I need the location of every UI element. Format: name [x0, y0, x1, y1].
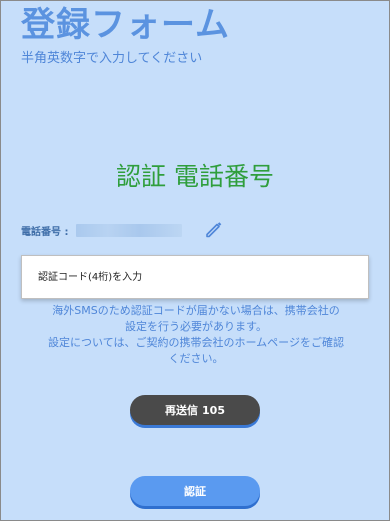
- notice-line: 設定を行う必要があります。: [125, 320, 267, 333]
- notice-line: 設定については、ご契約の携帯会社のホームページをご確認: [48, 336, 344, 349]
- phone-number-row: 電話番号 :: [21, 223, 183, 238]
- verify-button[interactable]: 認証: [130, 476, 260, 506]
- phone-number-value-blurred: [76, 224, 183, 237]
- notice-line: 海外SMSのため認証コードが届かない場合は、携帯会社の: [52, 304, 340, 317]
- resend-button-label: 再送信: [165, 404, 199, 417]
- registration-form-panel: 登録フォーム 半角英数字で入力してください 認証 電話番号 電話番号 : 海外S…: [0, 0, 390, 521]
- resend-button[interactable]: 再送信 105: [130, 395, 260, 425]
- section-heading: 認証 電話番号: [116, 162, 274, 191]
- sms-notice: 海外SMSのため認証コードが届かない場合は、携帯会社の 設定を行う必要があります…: [15, 303, 377, 367]
- page-title: 登録フォーム: [21, 5, 230, 45]
- resend-countdown: 105: [202, 403, 225, 417]
- verification-code-input[interactable]: [21, 255, 369, 299]
- phone-number-label: 電話番号 :: [21, 227, 69, 238]
- pencil-icon[interactable]: [204, 219, 224, 239]
- page-subtitle: 半角英数字で入力してください: [21, 51, 203, 66]
- notice-line: ください。: [168, 352, 224, 365]
